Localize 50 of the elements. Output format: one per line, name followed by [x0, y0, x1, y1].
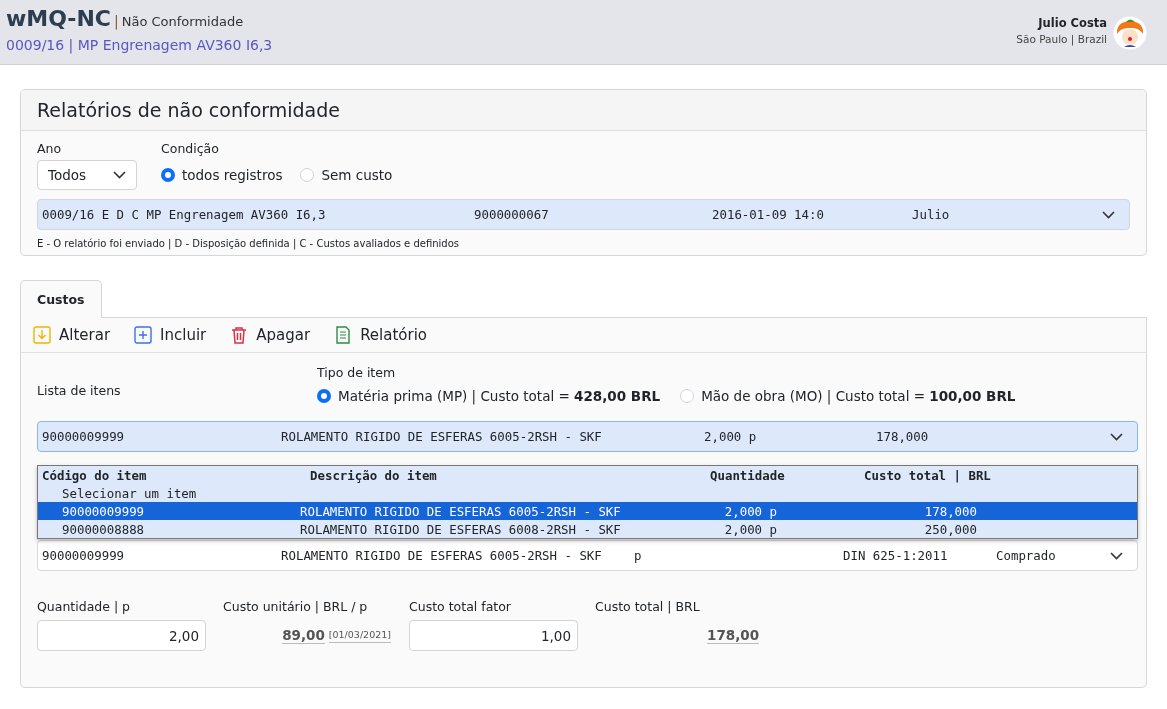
tab[interactable]: Custos — [20, 280, 102, 318]
detail-select[interactable]: 90000009999 ROLAMENTO RIGIDO DE ESFERAS 6005-2RSH - SKF p DIN 625-1:2011 Comprado — [37, 540, 1138, 571]
document-icon — [334, 326, 353, 344]
toolbar-button[interactable]: Incluir — [134, 326, 207, 344]
field-label: Tipo de item — [317, 365, 397, 380]
caret-icon — [1110, 551, 1123, 560]
radio-option[interactable]: todos registros — [161, 167, 283, 183]
caret-icon — [1102, 210, 1115, 219]
avatar-icon — [1113, 16, 1147, 50]
separator: | — [114, 13, 119, 29]
radio-option[interactable]: Sem custo — [300, 167, 393, 183]
record-title: 0009/16 | MP Engrenagem AV360 I6,3 — [6, 37, 273, 53]
number-input[interactable]: 2,00 — [37, 620, 206, 651]
caret-icon — [1110, 432, 1123, 441]
column-header: Quantidade — [710, 467, 786, 483]
radio-option[interactable]: Matéria prima (MP) | Custo total = 428,00 BRL — [317, 388, 661, 404]
app-logo: wMQ-NC — [6, 6, 111, 31]
number-input[interactable]: 1,00 — [409, 620, 578, 651]
toolbar-button[interactable]: Relatório — [334, 326, 428, 344]
module-name: Não Conformidade — [121, 14, 244, 29]
field-label: Condição — [161, 141, 220, 156]
toolbar-button[interactable]: Apagar — [230, 326, 311, 344]
edit-icon — [33, 326, 51, 344]
field-label: Custo unitário | BRL / p — [223, 599, 369, 614]
value-text: 89,00 — [282, 627, 325, 644]
trash-icon — [230, 326, 249, 344]
panel-title: Relatórios de não conformidade — [21, 90, 1146, 131]
field-label: Custo total fator — [409, 599, 512, 614]
legend-text: E - O relatório foi enviado | D - Disposição definida | C - Custos avaliados e definidos — [37, 238, 460, 249]
radio-option[interactable]: Mão de obra (MO) | Custo total = 100,00 BRL — [680, 388, 1016, 404]
record-select[interactable]: 0009/16 E D C MP Engrenagem AV360 I6,3 9000000067 2016-01-09 14:0 Julio — [37, 199, 1130, 230]
add-icon — [134, 326, 153, 344]
caret-icon — [113, 171, 126, 179]
year-select[interactable]: Todos — [37, 160, 137, 190]
column-header: Descrição do item — [310, 467, 438, 483]
dropdown-option[interactable]: 90000009999 ROLAMENTO RIGIDO DE ESFERAS 6005-2RSH - SKF 2,000 p 178,000 — [38, 502, 1137, 520]
user-name: Julio Costa — [1036, 16, 1107, 30]
column-header: Código do item — [42, 467, 148, 483]
value-text: 178,00 — [707, 627, 760, 644]
field-label: Quantidade | p — [37, 599, 132, 614]
toolbar-button[interactable]: Alterar — [33, 326, 111, 344]
dropdown-option[interactable]: Selecionar um item — [38, 484, 1137, 502]
dropdown-option[interactable]: 90000008888 ROLAMENTO RIGIDO DE ESFERAS 6008-2RSH - SKF 2,000 p 250,000 — [38, 520, 1137, 538]
field-label: Custo total | BRL — [595, 599, 701, 614]
field-label: Ano — [37, 141, 63, 156]
column-header: Custo total | BRL — [864, 467, 992, 483]
item-select[interactable]: 90000009999 ROLAMENTO RIGIDO DE ESFERAS 6005-2RSH - SKF 2,000 p 178,000 — [37, 421, 1138, 452]
field-label: Lista de itens — [37, 383, 122, 400]
user-location: São Paulo | Brazil — [1016, 33, 1107, 45]
date-text: [01/03/2021] — [328, 628, 391, 643]
